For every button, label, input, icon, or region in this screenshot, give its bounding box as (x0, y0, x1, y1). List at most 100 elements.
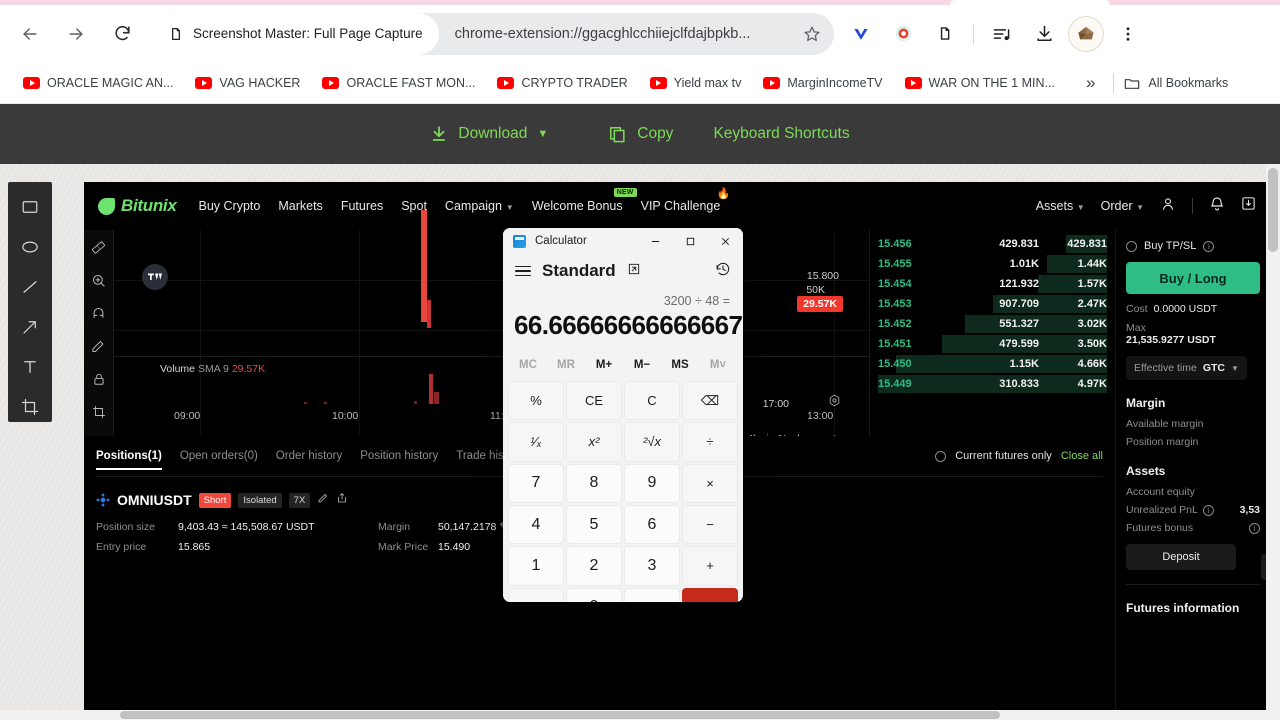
add-key[interactable]: + (682, 546, 738, 586)
chart-settings-icon[interactable] (828, 394, 841, 412)
chrome-menu-icon[interactable] (1109, 15, 1147, 53)
chevron-down-icon[interactable]: ▼ (537, 128, 548, 140)
pencil-lock-icon[interactable] (88, 335, 110, 357)
nav-campaign[interactable]: Campaign ▼ (445, 199, 514, 213)
line-tool-icon[interactable] (15, 272, 45, 302)
notification-bell-icon[interactable] (1209, 196, 1225, 217)
seven-key[interactable]: 7 (508, 463, 564, 503)
chart-canvas[interactable]: Volume SMA 9 29.57K 15.800 50K 29.57K 09… (114, 210, 869, 436)
close-icon[interactable] (708, 228, 743, 254)
profile-avatar-icon[interactable] (1067, 15, 1105, 53)
close-all-button[interactable]: Close all (1061, 450, 1103, 462)
ellipse-tool-icon[interactable] (15, 232, 45, 262)
tab-order-history[interactable]: Order history (276, 436, 342, 476)
chrome-extension-icon[interactable] (884, 15, 922, 53)
horizontal-scrollbar[interactable] (0, 710, 1280, 720)
bookmark-item[interactable]: WAR ON THE 1 MIN... (896, 72, 1064, 94)
leverage-tag[interactable]: 7X (288, 492, 311, 508)
share-icon[interactable] (336, 491, 348, 509)
four-key[interactable]: 4 (508, 504, 564, 545)
plus-minus-key[interactable]: ⁺⁄₋ (508, 587, 564, 602)
bookmark-item[interactable]: ORACLE MAGIC AN... (14, 72, 182, 94)
order-book-row[interactable]: 15.450 1.15K 4.66K (878, 354, 1107, 374)
reciprocal-key[interactable]: ¹⁄ₓ (508, 422, 564, 462)
keyboard-shortcuts-button[interactable]: Keyboard Shortcuts (713, 125, 849, 143)
hamburger-menu-icon[interactable] (515, 265, 531, 277)
effective-time-select[interactable]: Effective time GTC ▼ (1126, 356, 1247, 380)
forward-arrow-icon[interactable] (58, 16, 94, 52)
history-icon[interactable] (715, 261, 731, 282)
tradingview-icon[interactable] (142, 264, 168, 290)
memory-clear-button[interactable]: MC (509, 359, 547, 371)
bitunix-logo[interactable]: Bitunix (98, 196, 177, 216)
text-tool-icon[interactable] (15, 352, 45, 382)
five-key[interactable]: 5 (566, 504, 622, 545)
all-bookmarks-button[interactable]: All Bookmarks (1124, 76, 1228, 90)
copy-button[interactable]: Copy (608, 125, 673, 144)
maximize-icon[interactable] (673, 228, 708, 254)
bookmark-item[interactable]: ORACLE FAST MON... (313, 72, 484, 94)
tab-trade-history[interactable]: Trade hist (456, 436, 507, 476)
calculator-window[interactable]: Calculator Standard 3200 ÷ 48 = 66.66666… (503, 228, 743, 602)
pencil-icon[interactable] (317, 491, 329, 509)
order-book-row[interactable]: 15.456 429.831 429.831 (878, 234, 1107, 254)
info-icon[interactable]: i (1203, 240, 1215, 252)
nine-key[interactable]: 9 (624, 463, 680, 503)
assets-menu[interactable]: Assets ▼ (1036, 199, 1085, 213)
tab-positions[interactable]: Positions(1) (96, 436, 162, 476)
order-book-row[interactable]: 15.449 310.833 4.97K (878, 374, 1107, 394)
buy-tpsl-toggle[interactable]: Buy TP/SL i (1126, 240, 1260, 252)
memory-dropdown-button[interactable]: M˅ (699, 359, 737, 371)
memory-subtract-button[interactable]: M− (623, 359, 661, 371)
rectangle-tool-icon[interactable] (15, 192, 45, 222)
bookmark-item[interactable]: VAG HACKER (186, 72, 309, 94)
bookmarks-overflow-button[interactable]: » (1078, 71, 1103, 95)
minimize-icon[interactable] (638, 228, 673, 254)
bookmark-star-icon[interactable] (790, 25, 834, 43)
crop-icon[interactable] (88, 401, 110, 423)
radio-icon[interactable] (935, 450, 947, 462)
buy-long-button[interactable]: Buy / Long (1126, 262, 1260, 294)
media-playlist-icon[interactable] (983, 15, 1021, 53)
nav-vip-challenge[interactable]: VIP Challenge 🔥 (641, 188, 731, 213)
two-key[interactable]: 2 (566, 546, 622, 586)
url-text[interactable]: chrome-extension://ggacghlcchiiejclfdajb… (439, 26, 790, 42)
order-book-row[interactable]: 15.454 121.932 1.57K (878, 274, 1107, 294)
current-futures-only-label[interactable]: Current futures only (955, 450, 1052, 462)
keep-on-top-icon[interactable] (627, 262, 641, 281)
calculator-titlebar[interactable]: Calculator (503, 228, 743, 254)
order-book-row[interactable]: 15.455 1.01K 1.44K (878, 254, 1107, 274)
lock-icon[interactable] (88, 368, 110, 390)
memory-recall-button[interactable]: MR (547, 359, 585, 371)
order-book-row[interactable]: 15.453 907.709 2.47K (878, 294, 1107, 314)
deposit-button[interactable]: Deposit (1126, 544, 1236, 570)
bookmark-item[interactable]: CRYPTO TRADER (488, 72, 636, 94)
nav-welcome-bonus[interactable]: Welcome Bonus NEW (532, 188, 637, 213)
memory-add-button[interactable]: M+ (585, 359, 623, 371)
six-key[interactable]: 6 (624, 504, 680, 545)
vertical-scrollbar[interactable] (1266, 164, 1280, 720)
tab-open-orders[interactable]: Open orders(0) (180, 436, 258, 476)
user-account-icon[interactable] (1160, 196, 1176, 217)
square-key[interactable]: x² (566, 422, 622, 462)
zero-key[interactable]: 0 (566, 587, 622, 602)
download-app-icon[interactable] (1241, 196, 1256, 216)
zoom-in-icon[interactable] (88, 269, 110, 291)
clear-entry-key[interactable]: CE (566, 381, 622, 421)
info-icon[interactable]: i (1202, 504, 1214, 516)
one-key[interactable]: 1 (508, 546, 564, 586)
nav-markets[interactable]: Markets (278, 199, 322, 213)
magnet-icon[interactable] (88, 302, 110, 324)
nav-futures[interactable]: Futures (341, 199, 383, 213)
subtract-key[interactable]: − (682, 504, 738, 545)
order-menu[interactable]: Order ▼ (1101, 199, 1144, 213)
equals-key[interactable]: = (682, 587, 738, 602)
bookmark-item[interactable]: MarginIncomeTV (754, 72, 891, 94)
crop-tool-icon[interactable] (15, 392, 45, 422)
extension-name-chip[interactable]: Screenshot Master: Full Page Capture (154, 12, 439, 55)
multiply-key[interactable]: × (682, 463, 738, 503)
extensions-puzzle-icon[interactable] (926, 15, 964, 53)
nav-buy-crypto[interactable]: Buy Crypto (199, 199, 261, 213)
three-key[interactable]: 3 (624, 546, 680, 586)
clear-key[interactable]: C (624, 381, 680, 421)
